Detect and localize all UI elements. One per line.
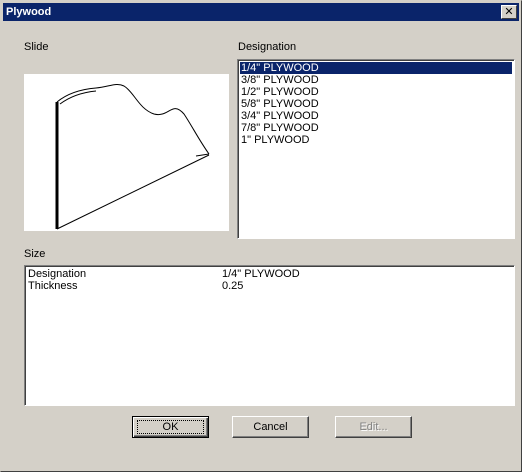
cancel-button[interactable]: Cancel — [232, 416, 309, 438]
ok-button[interactable]: OK — [132, 416, 209, 438]
list-item[interactable]: 1/4" PLYWOOD — [240, 62, 512, 74]
list-item[interactable]: 1" PLYWOOD — [240, 134, 512, 146]
slide-profile-line — [56, 83, 210, 155]
list-item[interactable]: 3/4" PLYWOOD — [240, 110, 512, 122]
focus-rect — [137, 420, 204, 434]
title-bar: Plywood ✕ — [3, 3, 519, 21]
slide-label: Slide — [24, 41, 49, 53]
edit-button[interactable]: Edit... — [335, 416, 412, 438]
size-box: Designation 1/4" PLYWOOD Thickness 0.25 — [24, 265, 515, 406]
size-row-name: Thickness — [28, 280, 78, 292]
size-row-value: 1/4" PLYWOOD — [222, 268, 300, 280]
designation-label: Designation — [238, 41, 297, 53]
close-icon[interactable]: ✕ — [501, 5, 517, 19]
size-row-name: Designation — [28, 268, 87, 280]
slide-preview — [24, 74, 229, 231]
list-item[interactable]: 5/8" PLYWOOD — [240, 98, 512, 110]
list-item[interactable]: 7/8" PLYWOOD — [240, 122, 512, 134]
list-item[interactable]: 1/2" PLYWOOD — [240, 86, 512, 98]
plywood-dialog: Plywood ✕ Slide Designation 1/4" PLYWOOD… — [0, 0, 522, 472]
size-row-value: 0.25 — [222, 280, 244, 292]
designation-listbox[interactable]: 1/4" PLYWOOD 3/8" PLYWOOD 1/2" PLYWOOD 5… — [237, 59, 515, 239]
plywood-slide-image — [55, 83, 210, 230]
edit-button-label: Edit... — [359, 421, 388, 433]
slide-base-line — [56, 154, 210, 230]
window-title: Plywood — [6, 6, 52, 18]
slide-profile-inner-line — [59, 90, 97, 105]
cancel-button-label: Cancel — [253, 421, 288, 433]
list-item[interactable]: 3/8" PLYWOOD — [240, 74, 512, 86]
size-label: Size — [24, 248, 46, 260]
